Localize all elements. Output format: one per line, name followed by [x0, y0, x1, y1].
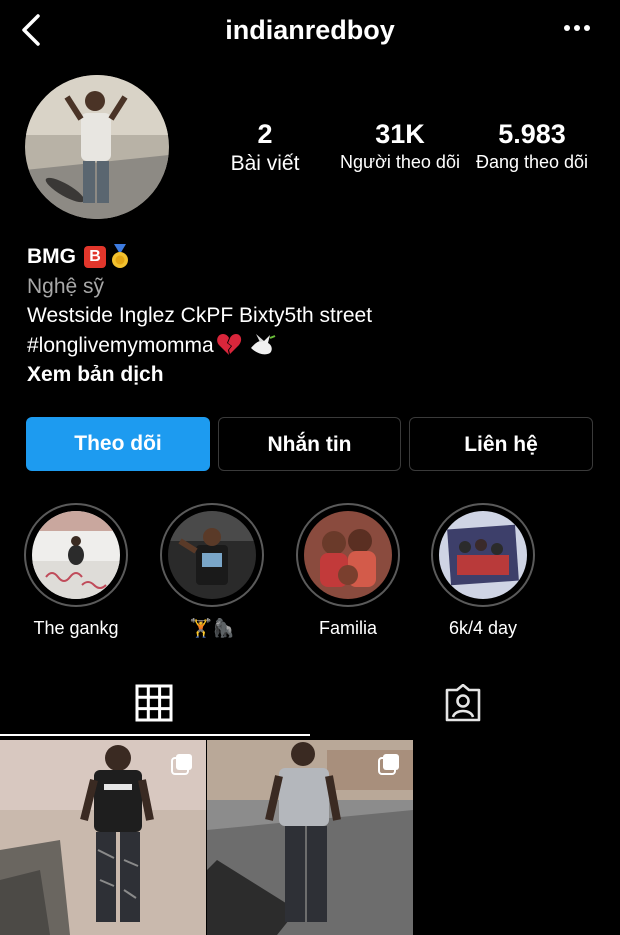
post-thumbnail[interactable]: [0, 740, 206, 935]
stat-followers[interactable]: 31K Người theo dõi: [330, 118, 470, 173]
bio-line-1: Westside Inglez CkPF Bixty5th street: [27, 304, 373, 327]
profile-bio: BMG B Nghệ sỹ Westside Inglez CkPF Bixty…: [27, 242, 607, 390]
highlight-label: 🏋🦍: [189, 618, 235, 638]
follow-button[interactable]: Theo dõi: [26, 417, 210, 471]
story-highlight[interactable]: 🏋🦍: [159, 503, 265, 639]
b-button-emoji: B: [84, 245, 106, 268]
multiple-posts-icon: [378, 754, 399, 775]
story-highlight[interactable]: The gankg: [23, 503, 129, 639]
top-bar: indianredboy: [0, 0, 620, 64]
story-highlight[interactable]: 6k/4 day: [430, 503, 536, 639]
story-highlight[interactable]: Familia: [295, 503, 401, 639]
more-horizontal-icon[interactable]: [564, 22, 590, 34]
profile-display-name: BMG: [27, 245, 76, 268]
bio-hashtag[interactable]: #longlivemymomma: [27, 331, 214, 361]
stat-following-label: Đang theo dõi: [475, 152, 589, 172]
grid-icon[interactable]: [134, 684, 174, 722]
profile-avatar[interactable]: [25, 75, 169, 219]
post-thumbnail[interactable]: [207, 740, 413, 935]
active-tab-indicator: [0, 734, 310, 736]
stat-posts-count: 2: [257, 119, 273, 149]
stat-following-count: 5.983: [498, 119, 566, 149]
broken-heart-icon: [216, 334, 241, 356]
dove-icon: [250, 334, 276, 355]
stat-posts-label: Bài viết: [230, 152, 300, 175]
highlight-label: The gankg: [33, 618, 119, 638]
gold-medal-icon: [112, 243, 128, 268]
contact-button[interactable]: Liên hệ: [409, 417, 593, 471]
highlight-cover: [431, 503, 535, 607]
message-button[interactable]: Nhắn tin: [218, 417, 401, 471]
profile-username: indianredboy: [225, 15, 395, 45]
highlight-cover: [160, 503, 264, 607]
highlight-cover: [296, 503, 400, 607]
highlight-label: 6k/4 day: [448, 618, 518, 638]
highlight-cover: [24, 503, 128, 607]
see-translation-link[interactable]: Xem bản dịch: [27, 360, 607, 390]
multiple-posts-icon: [171, 754, 192, 775]
stat-followers-count: 31K: [375, 119, 425, 149]
tagged-person-icon[interactable]: [443, 684, 483, 722]
profile-tabs: [0, 670, 620, 736]
profile-category: Nghệ sỹ: [27, 274, 105, 298]
stat-following[interactable]: 5.983 Đang theo dõi: [467, 118, 597, 173]
stat-posts[interactable]: 2 Bài viết: [215, 118, 315, 176]
stat-followers-label: Người theo dõi: [340, 152, 460, 172]
highlight-label: Familia: [318, 618, 377, 638]
